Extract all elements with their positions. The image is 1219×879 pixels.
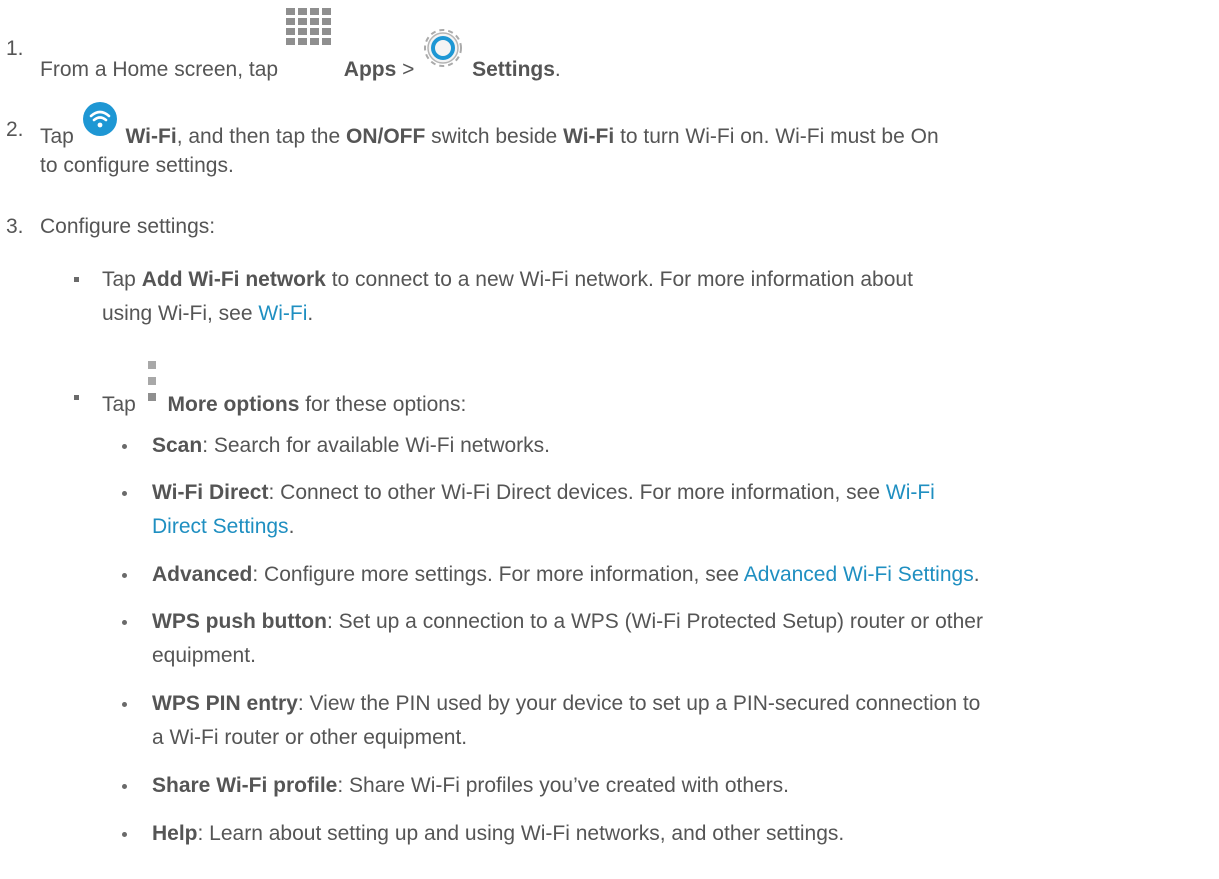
bullet: [122, 620, 127, 625]
step-number: 3.: [6, 215, 24, 238]
step-text: using Wi-Fi, see: [102, 302, 253, 325]
step-number: 2.: [6, 118, 24, 141]
period: .: [288, 515, 295, 538]
instructions-page: 1. From a Home screen, tap Apps > Settin…: [0, 0, 1219, 879]
option-text: : Configure more settings. For more info…: [252, 563, 740, 586]
option-text: : Share Wi-Fi profiles you’ve created wi…: [337, 774, 790, 797]
option-text: : Set up a connection to a WPS (Wi-Fi Pr…: [326, 610, 983, 633]
option-wps-push: WPS push button: Set up a connection to …: [152, 609, 983, 635]
option-text: : Learn about setting up and using Wi-Fi…: [197, 822, 845, 845]
separator: >: [402, 58, 415, 81]
option-wifi-direct: Wi-Fi Direct: Connect to other Wi-Fi Dir…: [152, 480, 935, 506]
step-text: switch beside: [431, 125, 558, 148]
option-label: Scan: [152, 434, 203, 457]
step-number: 1.: [6, 37, 24, 60]
period: .: [973, 563, 980, 586]
step-text: for these options:: [305, 393, 467, 416]
option-label: WPS push button: [152, 610, 327, 633]
bullet: [122, 832, 127, 837]
step-2: Tap Wi-Fi, and then tap the ON/OFF switc…: [40, 102, 939, 150]
apps-label: Apps: [343, 58, 397, 81]
bullet: [122, 702, 127, 707]
option-help: Help: Learn about setting up and using W…: [152, 821, 844, 847]
wifi-label: Wi-Fi: [563, 125, 615, 148]
bullet: [122, 573, 127, 578]
option-text: : Search for available Wi-Fi networks.: [202, 434, 550, 457]
wifi-direct-settings-link[interactable]: Direct Settings: [152, 515, 289, 538]
option-scan: Scan: Search for available Wi-Fi network…: [152, 433, 550, 459]
bullet: [122, 444, 127, 449]
option-share-profile: Share Wi-Fi profile: Share Wi-Fi profile…: [152, 773, 789, 799]
apps-grid-icon: [280, 8, 338, 76]
step-text: , and then tap the: [176, 125, 341, 148]
more-options-icon: [142, 361, 162, 411]
option-label: Wi-Fi Direct: [152, 481, 269, 504]
option-text: : View the PIN used by your device to se…: [297, 692, 981, 715]
settings-label: Settings: [472, 58, 555, 81]
sub-item-more-options: Tap More options for these options:: [102, 361, 467, 418]
option-wps-push-continued: equipment.: [152, 644, 256, 667]
option-text: : Connect to other Wi-Fi Direct devices.…: [268, 481, 881, 504]
wifi-label: Wi-Fi: [125, 125, 177, 148]
wifi-direct-settings-link[interactable]: Wi-Fi: [886, 481, 935, 504]
step-1: From a Home screen, tap Apps > Settings.: [40, 8, 561, 83]
onoff-label: ON/OFF: [346, 125, 426, 148]
option-advanced: Advanced: Configure more settings. For m…: [152, 562, 980, 588]
option-wifi-direct-continued: Direct Settings.: [152, 514, 294, 540]
option-label: WPS PIN entry: [152, 692, 298, 715]
wifi-link[interactable]: Wi-Fi: [258, 302, 307, 325]
option-wps-pin-continued: a Wi-Fi router or other equipment.: [152, 726, 468, 749]
advanced-wifi-settings-link[interactable]: Advanced Wi-Fi Settings: [744, 563, 974, 586]
step-text: to turn Wi-Fi on. Wi-Fi must be On: [620, 125, 939, 148]
option-label: Advanced: [152, 563, 253, 586]
bullet: [74, 395, 79, 400]
period: .: [307, 302, 314, 325]
sub-item-add-network: Tap Add Wi-Fi network to connect to a ne…: [102, 267, 913, 293]
step-text: to connect to a new Wi-Fi network. For m…: [331, 268, 913, 291]
option-wps-pin: WPS PIN entry: View the PIN used by your…: [152, 691, 980, 717]
bullet: [122, 491, 127, 496]
step-3: Configure settings:: [40, 215, 216, 238]
step-text: Tap: [102, 393, 136, 416]
option-label: Share Wi-Fi profile: [152, 774, 338, 797]
add-network-label: Add Wi-Fi network: [141, 268, 326, 291]
step-text: From a Home screen, tap: [40, 58, 279, 81]
step-2-continued: to configure settings.: [40, 154, 234, 177]
wifi-icon: [80, 102, 120, 143]
sub-item-add-network-continued: using Wi-Fi, see Wi-Fi.: [102, 301, 313, 327]
period: .: [554, 58, 561, 81]
more-options-label: More options: [167, 393, 300, 416]
settings-gear-icon: [420, 29, 466, 76]
step-text: Tap: [40, 125, 74, 148]
bullet: [74, 277, 79, 282]
step-text: Tap: [102, 268, 136, 291]
option-label: Help: [152, 822, 198, 845]
bullet: [122, 784, 127, 789]
